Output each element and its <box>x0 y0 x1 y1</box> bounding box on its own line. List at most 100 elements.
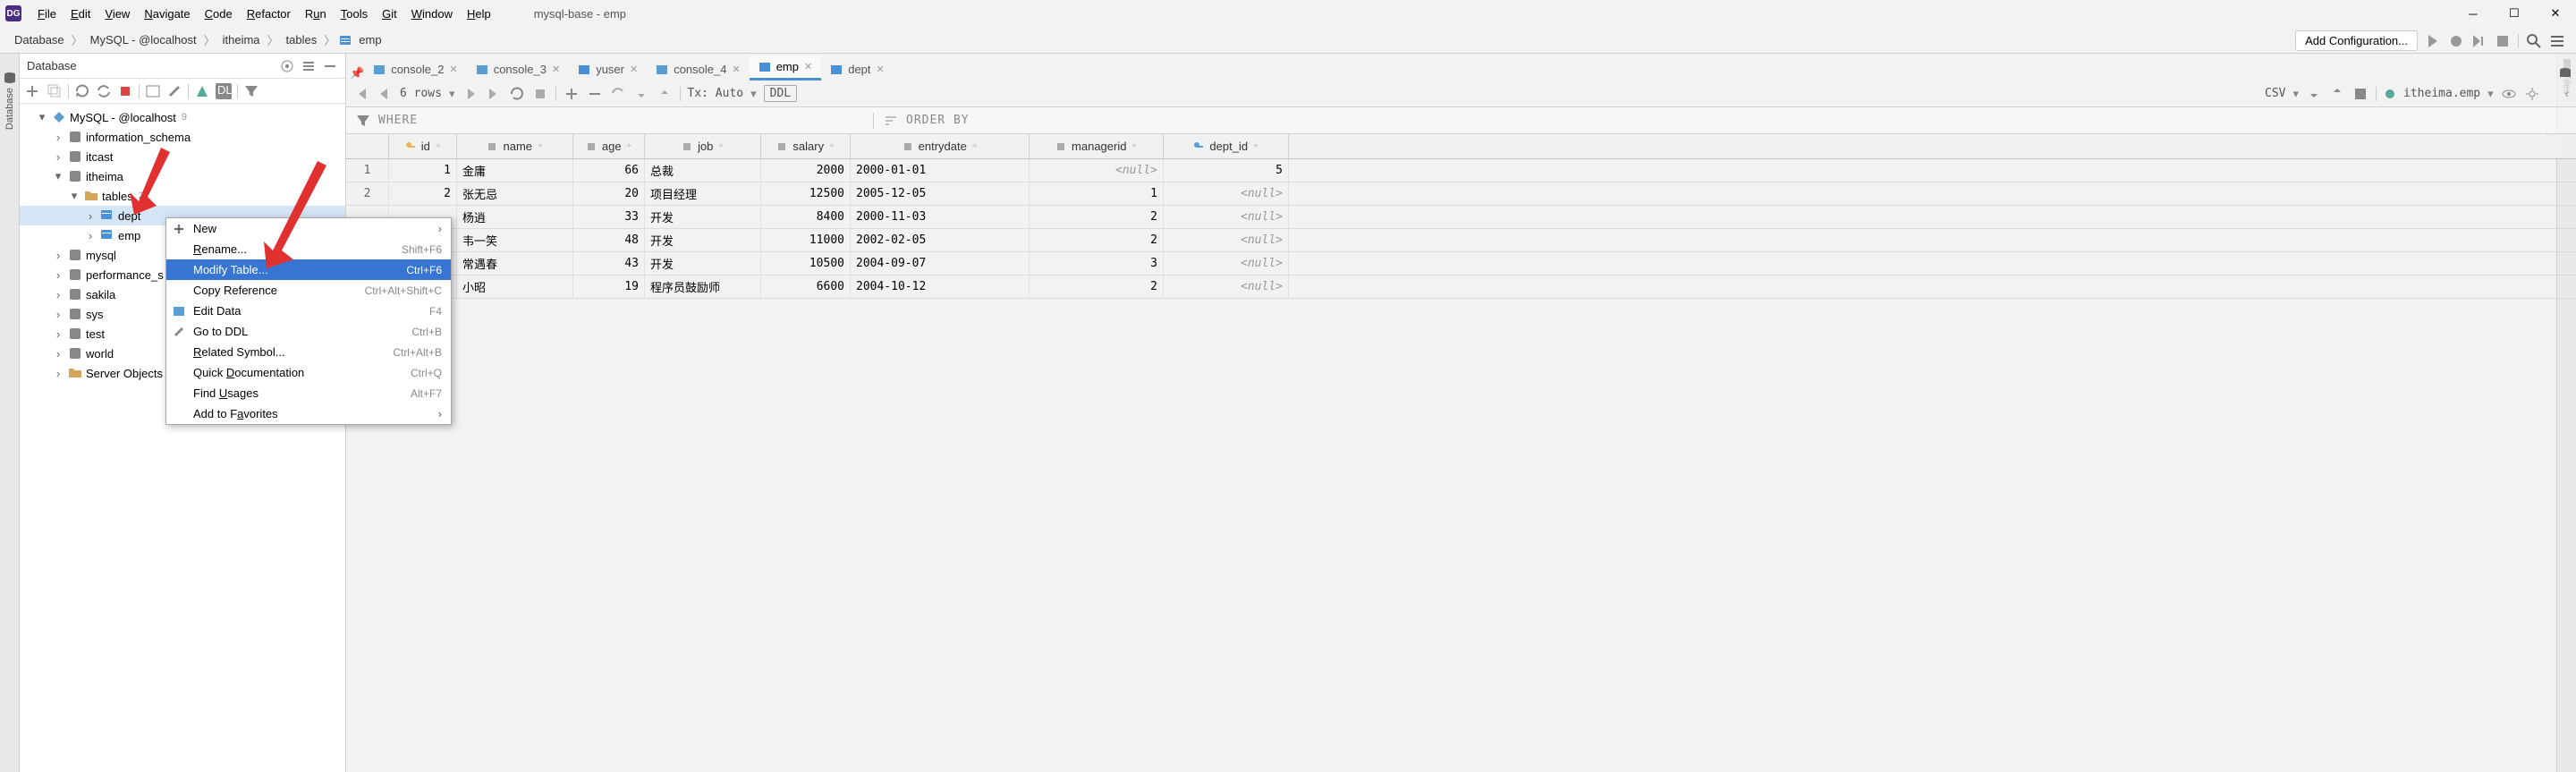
stop-icon[interactable] <box>532 86 548 102</box>
close-icon[interactable]: ✕ <box>877 64 885 75</box>
debug-icon[interactable] <box>2448 33 2464 49</box>
settings-icon[interactable] <box>2549 33 2565 49</box>
prev-page-icon[interactable] <box>377 86 393 102</box>
menu-edit-data[interactable]: Edit DataF4 <box>166 301 451 321</box>
database-gutter-icon[interactable] <box>4 72 16 84</box>
tab-dept[interactable]: dept✕ <box>821 58 894 81</box>
close-icon[interactable]: ✕ <box>552 64 560 75</box>
menu-quick-docs[interactable]: Quick DocumentationCtrl+Q <box>166 362 451 383</box>
jump-icon[interactable] <box>194 83 210 99</box>
column-header-salary[interactable]: salary÷ <box>761 134 851 158</box>
menu-copy-reference[interactable]: Copy ReferenceCtrl+Alt+Shift+C <box>166 280 451 301</box>
close-button[interactable]: ✕ <box>2535 0 2576 27</box>
last-page-icon[interactable] <box>486 86 502 102</box>
menu-file[interactable]: File <box>30 4 64 24</box>
tree-schema[interactable]: ›itcast <box>20 147 345 166</box>
first-page-icon[interactable] <box>353 86 369 102</box>
breadcrumb-item[interactable]: emp <box>355 33 385 47</box>
breadcrumb-item[interactable]: itheima <box>219 33 264 47</box>
table-row[interactable]: 小昭 19 程序员鼓励师 6600 2004-10-12 2 <null> <box>346 276 2576 299</box>
tree-tables-folder[interactable]: ▾tables2 <box>20 186 345 206</box>
run-with-icon[interactable] <box>2471 33 2487 49</box>
menu-tools[interactable]: Tools <box>334 4 375 24</box>
add-icon[interactable] <box>25 83 41 99</box>
table-row[interactable]: 2 2 张无忌 20 项目经理 12500 2005-12-05 1 <null… <box>346 182 2576 206</box>
column-header-dept-id[interactable]: dept_id÷ <box>1164 134 1289 158</box>
menu-add-favorites[interactable]: Add to Favorites› <box>166 403 451 424</box>
add-configuration-button[interactable]: Add Configuration... <box>2295 30 2418 51</box>
datasource-label[interactable]: itheima.emp <box>2403 87 2480 100</box>
export-format[interactable]: CSV <box>2265 87 2285 100</box>
breadcrumb-item[interactable]: Database <box>11 33 68 47</box>
menu-view[interactable]: View <box>97 4 137 24</box>
tree-datasource[interactable]: ▾MySQL - @localhost9 <box>20 107 345 127</box>
tree-schema[interactable]: ▾itheima <box>20 166 345 186</box>
run-icon[interactable] <box>2425 33 2441 49</box>
close-icon[interactable]: ✕ <box>630 64 638 75</box>
ddl-button[interactable]: DDL <box>764 85 797 102</box>
stop-icon[interactable] <box>117 83 133 99</box>
sync-icon[interactable] <box>96 83 112 99</box>
column-header-id[interactable]: id÷ <box>389 134 457 158</box>
breadcrumb-item[interactable]: tables <box>283 33 321 47</box>
add-row-icon[interactable] <box>564 86 580 102</box>
settings-icon[interactable] <box>2524 86 2540 102</box>
menu-related-symbol[interactable]: Related Symbol...Ctrl+Alt+B <box>166 342 451 362</box>
close-icon[interactable]: ✕ <box>732 64 740 75</box>
filter-icon[interactable] <box>243 83 259 99</box>
chevron-left-icon[interactable]: ‹ <box>2565 87 2569 100</box>
target-icon[interactable] <box>279 58 295 74</box>
table-row[interactable]: 常遇春 43 开发 10500 2004-09-07 3 <null> <box>346 252 2576 276</box>
refresh-icon[interactable] <box>509 86 525 102</box>
tab-console-2[interactable]: console_2✕ <box>364 58 467 81</box>
next-page-icon[interactable] <box>462 86 479 102</box>
view-icon[interactable] <box>2501 86 2517 102</box>
menu-refactor[interactable]: Refactor <box>240 4 298 24</box>
duplicate-icon[interactable] <box>47 83 63 99</box>
refresh-icon[interactable] <box>74 83 90 99</box>
close-icon[interactable]: ✕ <box>449 64 457 75</box>
database-gutter-label[interactable]: Database <box>4 88 15 130</box>
export-icon[interactable] <box>2306 86 2322 102</box>
menu-code[interactable]: Code <box>198 4 240 24</box>
column-header-entrydate[interactable]: entrydate÷ <box>851 134 1030 158</box>
maximize-button[interactable]: ☐ <box>2494 0 2535 27</box>
menu-modify-table[interactable]: Modify Table...Ctrl+F6 <box>166 259 451 280</box>
ddl-icon[interactable]: DL <box>216 83 232 99</box>
menu-git[interactable]: Git <box>375 4 404 24</box>
column-header-job[interactable]: job÷ <box>645 134 761 158</box>
remove-row-icon[interactable] <box>587 86 603 102</box>
column-header-name[interactable]: name÷ <box>457 134 573 158</box>
tab-yuser[interactable]: yuser✕ <box>569 58 647 81</box>
pin-icon[interactable]: 📌 <box>350 66 364 81</box>
edit-icon[interactable] <box>166 83 182 99</box>
import-icon[interactable] <box>2329 86 2345 102</box>
tx-mode[interactable]: Tx: Auto <box>688 87 744 100</box>
breadcrumb-item[interactable]: MySQL - @localhost <box>87 33 200 47</box>
table-row[interactable]: 杨逍 33 开发 8400 2000-11-03 2 <null> <box>346 206 2576 229</box>
dump-icon[interactable] <box>2352 86 2368 102</box>
tab-console-3[interactable]: console_3✕ <box>467 58 570 81</box>
tab-emp[interactable]: emp✕ <box>750 55 822 81</box>
menu-edit[interactable]: Edit <box>64 4 97 24</box>
filter-icon[interactable] <box>355 113 371 129</box>
menu-navigate[interactable]: Navigate <box>137 4 197 24</box>
tab-console-4[interactable]: console_4✕ <box>647 58 750 81</box>
menu-goto-ddl[interactable]: Go to DDLCtrl+B <box>166 321 451 342</box>
menu-help[interactable]: Help <box>460 4 498 24</box>
tree-schema[interactable]: ›information_schema <box>20 127 345 147</box>
menu-run[interactable]: Run <box>298 4 334 24</box>
search-icon[interactable] <box>2526 33 2542 49</box>
table-row[interactable]: 1 1 金庸 66 总裁 2000 2000-01-01 <null> 5 <box>346 159 2576 182</box>
database-tab-icon[interactable] <box>2558 66 2572 81</box>
stop-icon[interactable] <box>2495 33 2511 49</box>
menu-new[interactable]: New› <box>166 218 451 239</box>
close-icon[interactable]: ✕ <box>804 61 812 72</box>
table-icon[interactable] <box>145 83 161 99</box>
expand-icon[interactable] <box>301 58 317 74</box>
menu-find-usages[interactable]: Find UsagesAlt+F7 <box>166 383 451 403</box>
gutter-header[interactable] <box>346 134 389 158</box>
column-header-age[interactable]: age÷ <box>573 134 645 158</box>
column-header-managerid[interactable]: managerid÷ <box>1030 134 1164 158</box>
commit-icon[interactable] <box>633 86 649 102</box>
